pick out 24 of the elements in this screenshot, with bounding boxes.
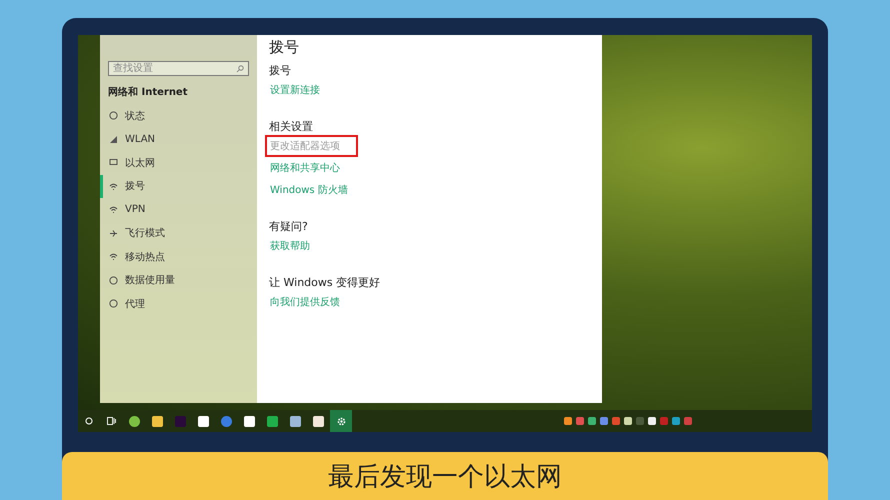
monitor-icon bbox=[109, 158, 118, 168]
signal-icon bbox=[109, 134, 118, 144]
section-heading: 让 Windows 变得更好 bbox=[269, 275, 380, 290]
sidebar-item[interactable]: 状态 bbox=[100, 104, 249, 128]
subtitle: 最后发现一个以太网 bbox=[328, 460, 562, 494]
plane-icon bbox=[109, 228, 118, 238]
sidebar-item[interactable]: 拨号 bbox=[100, 174, 249, 198]
sidebar-item[interactable]: 移动热点 bbox=[100, 245, 249, 268]
sidebar-item[interactable]: 飞行模式 bbox=[100, 222, 249, 245]
settings-icon[interactable] bbox=[330, 410, 352, 432]
task-view-icon[interactable] bbox=[107, 417, 116, 425]
sidebar-item[interactable]: 数据使用量 bbox=[100, 268, 249, 292]
search-icon bbox=[236, 65, 244, 73]
sidebar-heading: 网络和 Internet bbox=[108, 86, 188, 99]
search-field[interactable]: 查找设置 bbox=[108, 61, 249, 76]
section-heading: 有疑问? bbox=[269, 219, 308, 234]
section-heading: 相关设置 bbox=[269, 119, 313, 134]
sidebar-item[interactable]: 以太网 bbox=[100, 151, 249, 174]
page-title: 拨号 bbox=[269, 38, 300, 57]
section-heading: 拨号 bbox=[269, 63, 291, 78]
sidebar-item[interactable]: WLAN bbox=[100, 128, 249, 151]
sidebar-item[interactable]: VPN bbox=[100, 198, 249, 222]
search-icon[interactable] bbox=[85, 417, 93, 425]
sidebar-item[interactable]: 代理 bbox=[100, 292, 249, 316]
